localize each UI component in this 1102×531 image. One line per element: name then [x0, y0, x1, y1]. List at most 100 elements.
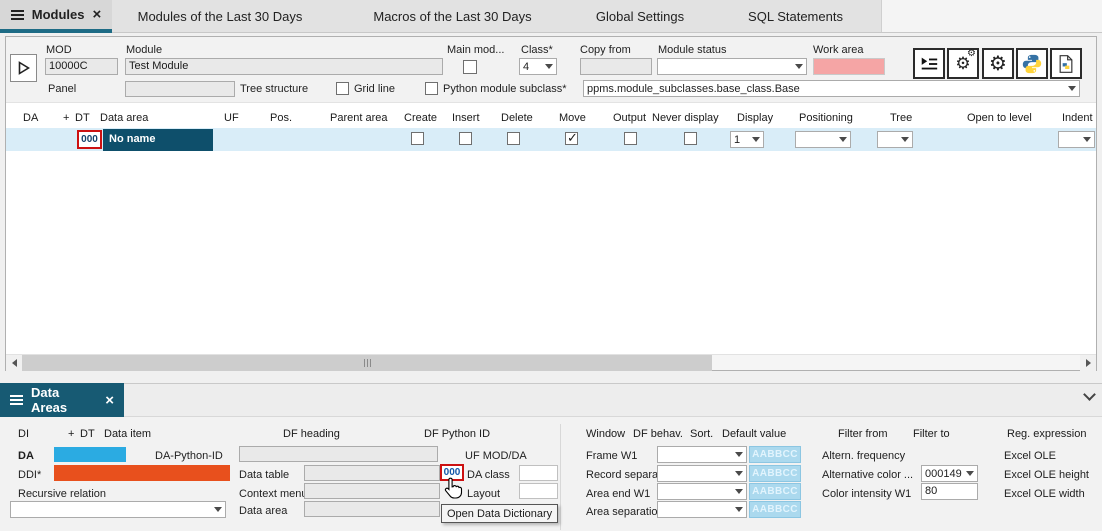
python-button[interactable]: [1016, 48, 1048, 79]
recursive-relation-select[interactable]: [10, 501, 226, 518]
module-status-select[interactable]: [657, 58, 807, 75]
grid-column-header: Create: [404, 112, 437, 124]
layout-input[interactable]: [519, 483, 558, 499]
move-checkbox[interactable]: [565, 132, 578, 145]
python-subclass-checkbox[interactable]: [425, 82, 438, 95]
menu-icon[interactable]: [11, 10, 24, 20]
class-label: Class*: [521, 44, 553, 56]
scroll-right-button[interactable]: [1080, 355, 1096, 371]
tab-label: Modules of the Last 30 Days: [138, 9, 303, 24]
grid-column-header: DT: [75, 112, 90, 124]
tab-modules[interactable]: Modules ×: [0, 0, 112, 33]
grid-column-header: Tree: [890, 112, 912, 124]
record-separation-w1-select[interactable]: [657, 465, 747, 482]
dt-number-cell[interactable]: 000: [77, 130, 102, 149]
tab-sql-statements[interactable]: SQL Statements: [738, 0, 853, 33]
panel-close-icon[interactable]: ×: [105, 393, 114, 408]
tab-global-settings[interactable]: Global Settings: [585, 0, 695, 33]
panel-add-column-header[interactable]: +: [68, 428, 74, 440]
tab-macros-last-30-days[interactable]: Macros of the Last 30 Days: [355, 0, 550, 33]
panel-input[interactable]: [125, 81, 235, 97]
frame-w1-color-swatch[interactable]: AABBCC: [749, 446, 801, 463]
recursive-relation-label: Recursive relation: [18, 488, 106, 500]
grid-add-column-header[interactable]: +: [63, 112, 69, 124]
area-separation-w1-select[interactable]: [657, 501, 747, 518]
grid-column-header: Open to level: [967, 112, 1032, 124]
class-select[interactable]: 4: [519, 58, 557, 75]
grid-column-header: Delete: [501, 112, 533, 124]
ddi-label: DDI*: [18, 469, 41, 481]
python-file-button[interactable]: [1050, 48, 1082, 79]
chevron-down-icon: [795, 64, 803, 69]
data-area-name-cell[interactable]: No name: [103, 129, 213, 151]
panel-column-header: DI: [18, 428, 29, 440]
module-status-label: Module status: [658, 44, 726, 56]
da-field[interactable]: [54, 447, 126, 462]
panel-column-header: Default value: [722, 428, 786, 440]
record-separation-w1-color-swatch[interactable]: AABBCC: [749, 465, 801, 482]
execute-macro-list-button[interactable]: [913, 48, 945, 79]
python-icon: [1021, 53, 1043, 75]
alternative-color-value: 000149: [922, 468, 966, 480]
data-area-input[interactable]: [304, 501, 440, 517]
scroll-left-icon: [12, 359, 17, 367]
settings-button[interactable]: ⚙: [982, 48, 1014, 79]
play-icon: [18, 61, 30, 75]
da-label: DA: [18, 450, 34, 462]
indent-select[interactable]: [1058, 131, 1095, 148]
scrollbar-thumb[interactable]: [22, 355, 712, 371]
grid-line-checkbox[interactable]: [336, 82, 349, 95]
never-display-checkbox[interactable]: [684, 132, 697, 145]
grid-column-header: Display: [737, 112, 773, 124]
tab-close-icon[interactable]: ×: [92, 7, 101, 22]
context-menu-input[interactable]: [304, 483, 440, 499]
data-area-label: Data area: [239, 505, 287, 517]
panel-column-header: Sort.: [690, 428, 713, 440]
alternative-color-select[interactable]: 000149: [921, 465, 978, 482]
color-intensity-input[interactable]: 80: [921, 483, 978, 500]
ddi-field[interactable]: [54, 465, 230, 481]
da-class-input[interactable]: [519, 465, 558, 481]
module-settings-button[interactable]: ⚙ ⚙: [947, 48, 979, 79]
work-area-input[interactable]: [813, 58, 885, 75]
scroll-left-button[interactable]: [6, 355, 22, 371]
layout-label: Layout: [467, 488, 500, 500]
insert-checkbox[interactable]: [459, 132, 472, 145]
copy-from-input[interactable]: [580, 58, 652, 75]
area-separation-w1-color-swatch[interactable]: AABBCC: [749, 501, 801, 518]
grid-column-header: DA: [23, 112, 38, 124]
chevron-down-icon: [752, 137, 760, 142]
grid-column-header: Insert: [452, 112, 480, 124]
display-select[interactable]: 1: [730, 131, 764, 148]
area-end-w1-color-swatch[interactable]: AABBCC: [749, 483, 801, 500]
panel-column-header: Window: [586, 428, 625, 440]
panel-column-header: DF Python ID: [424, 428, 490, 440]
create-checkbox[interactable]: [411, 132, 424, 145]
main-module-checkbox[interactable]: [463, 60, 477, 74]
menu-icon[interactable]: [10, 395, 23, 405]
da-python-id-input[interactable]: [239, 446, 438, 462]
excel-ole-label: Excel OLE: [1004, 450, 1056, 462]
area-end-w1-select[interactable]: [657, 483, 747, 500]
data-table-input[interactable]: [304, 465, 440, 481]
frame-w1-select[interactable]: [657, 446, 747, 463]
horizontal-scrollbar[interactable]: [6, 354, 1096, 370]
list-play-icon: [919, 54, 939, 74]
tab-label: Macros of the Last 30 Days: [373, 9, 531, 24]
tab-data-areas[interactable]: Data Areas ×: [0, 383, 124, 417]
delete-checkbox[interactable]: [507, 132, 520, 145]
run-module-button[interactable]: [10, 54, 37, 82]
module-name-input[interactable]: Test Module: [125, 58, 443, 75]
chevron-down-icon: [1083, 137, 1091, 142]
top-tab-bar: Modules × Modules of the Last 30 Days Ma…: [0, 0, 1102, 33]
panel-column-header: Filter from: [838, 428, 888, 440]
tab-modules-last-30-days[interactable]: Modules of the Last 30 Days: [120, 0, 320, 33]
mod-input[interactable]: 10000C: [45, 58, 118, 75]
tree-select[interactable]: [877, 131, 913, 148]
grid-column-header: Indent: [1062, 112, 1093, 124]
positioning-select[interactable]: [795, 131, 851, 148]
output-checkbox[interactable]: [624, 132, 637, 145]
frame-w1-label: Frame W1: [586, 450, 637, 462]
python-subclass-select[interactable]: ppms.module_subclasses.base_class.Base: [583, 80, 1080, 97]
module-label: Module: [126, 44, 162, 56]
